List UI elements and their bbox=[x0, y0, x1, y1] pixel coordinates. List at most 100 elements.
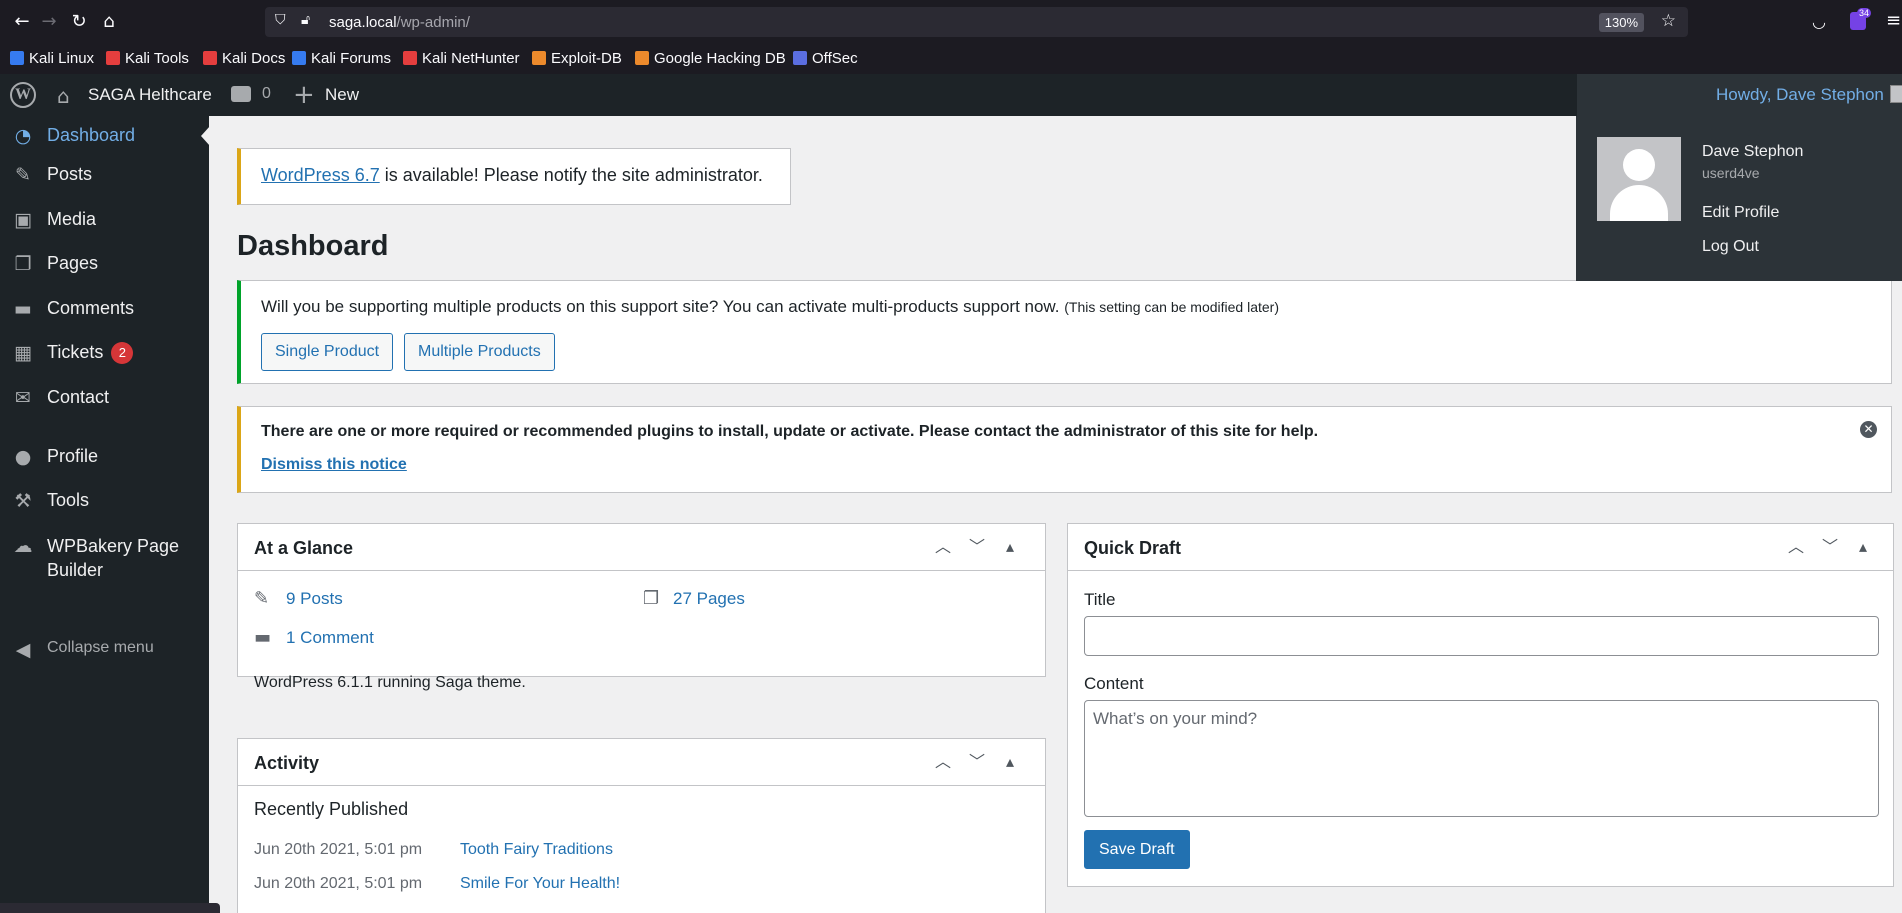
draft-content-textarea[interactable] bbox=[1084, 700, 1879, 817]
tickets-icon: ▦ bbox=[14, 342, 32, 364]
sidebar-item-wpbakery[interactable]: ☁ WPBakery Page Builder bbox=[0, 526, 209, 580]
move-down-icon[interactable]: ﹀ bbox=[965, 535, 989, 559]
browser-toolbar: ← → ↻ ⌂ ⛉ 🔓︎ saga.local/wp-admin/ 130% ☆… bbox=[0, 0, 1902, 44]
sidebar-item-dashboard[interactable]: ◔ Dashboard bbox=[0, 116, 210, 156]
admin-sidebar: ◔ Dashboard ✎ Posts ▣ Media ❐ Pages ▬ Co… bbox=[0, 116, 210, 913]
activity-post-link[interactable]: Tooth Fairy Traditions bbox=[460, 841, 613, 859]
shield-icon[interactable]: ⛉ bbox=[275, 12, 286, 28]
username[interactable]: userd4ve bbox=[1702, 165, 1760, 181]
bookmark-kali-nethunter[interactable]: Kali NetHunter bbox=[403, 50, 520, 67]
bookmark-kali-tools[interactable]: Kali Tools bbox=[106, 50, 189, 67]
sidebar-item-tickets[interactable]: ▦ Tickets 2 bbox=[0, 333, 209, 373]
activity-date: Jun 20th 2021, 5:01 pm bbox=[254, 841, 423, 858]
toggle-panel-icon[interactable]: ▴ bbox=[998, 750, 1022, 774]
site-name-link[interactable]: SAGA Helthcare bbox=[88, 85, 212, 105]
url-text[interactable]: saga.local/wp-admin/ bbox=[329, 14, 470, 31]
offsec-icon bbox=[793, 51, 807, 65]
sidebar-item-label: Contact bbox=[47, 387, 110, 407]
sidebar-item-profile[interactable]: ● Profile bbox=[0, 437, 209, 477]
comment-count[interactable]: 0 bbox=[262, 85, 271, 103]
pages-icon: ❐ bbox=[643, 588, 660, 609]
mail-icon: ✉ bbox=[15, 387, 31, 409]
display-name[interactable]: Dave Stephon bbox=[1702, 143, 1803, 161]
log-out-link[interactable]: Log Out bbox=[1702, 238, 1759, 256]
sidebar-item-label: Comments bbox=[47, 298, 135, 318]
activity-widget: Activity ︿ ﹀ ▴ Recently Published Jun 20… bbox=[237, 738, 1046, 913]
pin-icon: ✎ bbox=[15, 164, 31, 186]
collapse-arrow-icon: ◀ bbox=[15, 639, 31, 661]
at-a-glance-widget: At a Glance ︿ ﹀ ▴ ✎ 9 Posts ❐ 27 Pages ▬… bbox=[237, 523, 1046, 691]
products-notice-text: Will you be supporting multiple products… bbox=[261, 297, 1279, 316]
widget-title: Quick Draft bbox=[1084, 538, 1182, 558]
back-icon[interactable]: ← bbox=[10, 10, 34, 34]
sidebar-item-media[interactable]: ▣ Media bbox=[0, 200, 209, 240]
pages-count-link[interactable]: 27 Pages bbox=[673, 589, 745, 609]
toggle-panel-icon[interactable]: ▴ bbox=[1851, 535, 1875, 559]
pocket-icon[interactable]: ◡ bbox=[1812, 12, 1826, 31]
howdy-label[interactable]: Howdy, Dave Stephon bbox=[1716, 85, 1884, 105]
sidebar-item-comments[interactable]: ▬ Comments bbox=[0, 289, 209, 329]
single-product-button[interactable]: Single Product bbox=[261, 333, 394, 371]
draft-title-input[interactable] bbox=[1084, 616, 1879, 656]
activity-post-link[interactable]: Smile For Your Health! bbox=[460, 875, 620, 893]
comment-icon: ▬ bbox=[14, 298, 32, 320]
bookmark-kali-docs[interactable]: Kali Docs bbox=[203, 50, 285, 67]
lock-icon[interactable]: 🔓︎ bbox=[301, 12, 310, 28]
sidebar-item-label: WPBakery Page Builder bbox=[47, 536, 180, 580]
move-down-icon[interactable]: ﹀ bbox=[1818, 535, 1842, 559]
move-up-icon[interactable]: ︿ bbox=[1784, 535, 1808, 559]
multiple-products-button[interactable]: Multiple Products bbox=[404, 333, 555, 371]
bookmark-kali-linux[interactable]: Kali Linux bbox=[10, 50, 94, 67]
star-icon[interactable]: ☆ bbox=[1661, 11, 1676, 31]
sidebar-item-tools[interactable]: ⚒ Tools bbox=[0, 481, 209, 521]
cloud-icon: ☁ bbox=[13, 535, 33, 557]
dismiss-notice-link[interactable]: Dismiss this notice bbox=[261, 456, 407, 474]
kali-icon bbox=[10, 51, 24, 65]
bookmark-offsec[interactable]: OffSec bbox=[793, 50, 858, 67]
posts-count-link[interactable]: 9 Posts bbox=[286, 589, 343, 609]
plugins-notice-text: There are one or more required or recomm… bbox=[261, 423, 1319, 440]
pin-icon: ✎ bbox=[254, 588, 270, 609]
wordpress-logo-icon[interactable]: W bbox=[10, 82, 36, 108]
comments-count-link[interactable]: 1 Comment bbox=[286, 628, 374, 648]
products-notice: Will you be supporting multiple products… bbox=[237, 280, 1892, 384]
bookmarks-bar: Kali Linux Kali Tools Kali Docs Kali For… bbox=[0, 44, 1902, 74]
menu-icon[interactable]: ≡ bbox=[1886, 10, 1901, 31]
quick-draft-widget: Quick Draft ︿ ﹀ ▴ Title Content Save Dra… bbox=[1067, 523, 1894, 887]
bookmark-google-hacking-db[interactable]: Google Hacking DB bbox=[635, 50, 786, 67]
bookmark-exploit-db[interactable]: Exploit-DB bbox=[532, 50, 622, 67]
sidebar-item-contact[interactable]: ✉ Contact bbox=[0, 378, 209, 418]
home-icon[interactable]: ⌂ bbox=[97, 10, 121, 34]
toggle-panel-icon[interactable]: ▴ bbox=[998, 535, 1022, 559]
plus-icon[interactable]: + bbox=[293, 80, 315, 110]
wordpress-update-link[interactable]: WordPress 6.7 bbox=[261, 165, 380, 185]
avatar[interactable] bbox=[1890, 85, 1902, 103]
reload-icon[interactable]: ↻ bbox=[67, 10, 91, 34]
move-up-icon[interactable]: ︿ bbox=[931, 750, 955, 774]
wordpress-version-text: WordPress 6.1.1 running Saga theme. bbox=[254, 674, 526, 691]
avatar[interactable] bbox=[1597, 137, 1681, 221]
media-icon: ▣ bbox=[14, 209, 32, 231]
widget-title: Activity bbox=[254, 753, 320, 773]
sidebar-item-posts[interactable]: ✎ Posts bbox=[0, 155, 209, 195]
save-draft-button[interactable]: Save Draft bbox=[1084, 830, 1190, 869]
sidebar-item-label: Pages bbox=[47, 253, 99, 273]
sidebar-item-pages[interactable]: ❐ Pages bbox=[0, 244, 209, 284]
edit-profile-link[interactable]: Edit Profile bbox=[1702, 204, 1779, 222]
zoom-level[interactable]: 130% bbox=[1598, 13, 1644, 32]
extension-badge: 34 bbox=[1857, 8, 1872, 18]
forward-icon[interactable]: → bbox=[37, 10, 61, 34]
home-icon[interactable]: ⌂ bbox=[57, 84, 70, 108]
sidebar-item-label: Posts bbox=[47, 164, 93, 184]
my-account-menu[interactable]: Howdy, Dave Stephon bbox=[1577, 74, 1902, 116]
sidebar-item-label: Dashboard bbox=[47, 125, 136, 145]
close-icon[interactable]: ✕ bbox=[1860, 421, 1877, 438]
move-up-icon[interactable]: ︿ bbox=[931, 535, 955, 559]
comment-bubble-icon[interactable] bbox=[231, 86, 251, 102]
widget-title: At a Glance bbox=[254, 538, 354, 558]
move-down-icon[interactable]: ﹀ bbox=[965, 750, 989, 774]
new-content-link[interactable]: New bbox=[325, 85, 359, 105]
bookmark-kali-forums[interactable]: Kali Forums bbox=[292, 50, 391, 67]
url-bar[interactable]: ⛉ 🔓︎ saga.local/wp-admin/ 130% ☆ bbox=[265, 7, 1688, 37]
collapse-menu-button[interactable]: ◀ Collapse menu bbox=[0, 630, 209, 670]
